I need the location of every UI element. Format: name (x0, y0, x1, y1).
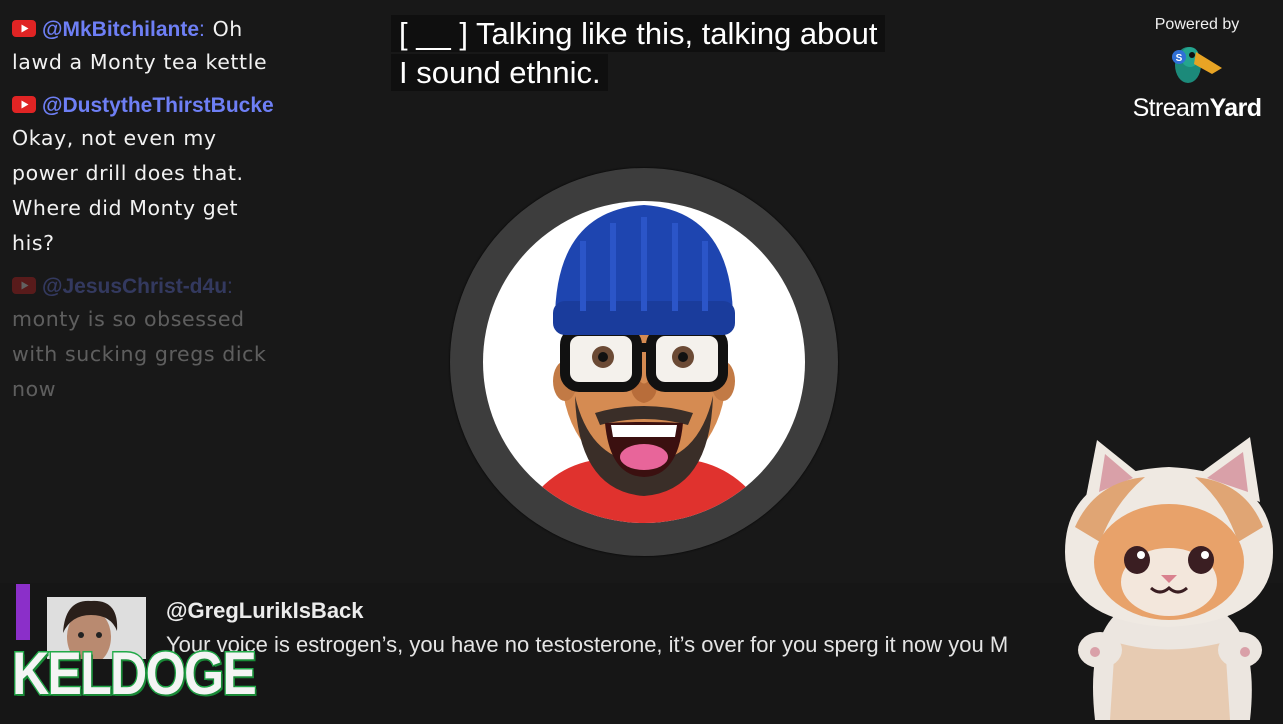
youtube-icon (12, 277, 36, 294)
chat-text: lawd a Monty tea kettle (12, 50, 268, 74)
featured-comment-accent (16, 584, 30, 640)
live-caption: [ __ ] Talking like this, talking about … (391, 14, 885, 92)
powered-by-label: Powered by (1154, 16, 1240, 33)
streamyard-branding: Powered by S StreamYard (1122, 16, 1272, 123)
youtube-icon (12, 96, 36, 113)
keldoge-label: KELDOGE (11, 639, 258, 709)
speaker-avatar (483, 201, 805, 523)
featured-comment-author[interactable]: @GregLurikIsBack (166, 598, 364, 624)
chat-text: Oh (212, 17, 243, 41)
chat-message: @MkBitchilante: Oh lawd a Monty tea kett… (12, 14, 287, 80)
svg-text:S: S (1176, 53, 1183, 64)
featured-comment-text: Your voice is estrogen’s, you have no te… (166, 632, 1009, 657)
streamyard-wordmark: StreamYard (1132, 94, 1262, 122)
chat-text: Okay, not even my power drill does that.… (12, 126, 244, 255)
cartoon-avatar-icon (523, 205, 765, 523)
caption-line-1: [ __ ] Talking like this, talking about (391, 15, 885, 52)
vtuber-cat-model (1055, 432, 1283, 720)
streamyard-logo-icon: S (1172, 47, 1222, 83)
caption-line-2: I sound ethnic. (391, 54, 608, 91)
chat-author[interactable]: @MkBitchilante (42, 18, 199, 41)
live-chat-overlay: @MkBitchilante: Oh lawd a Monty tea kett… (12, 14, 287, 417)
chat-author[interactable]: @JesusChrist-d4u (42, 275, 227, 298)
chat-author[interactable]: @DustytheThirstBucke (42, 94, 274, 117)
youtube-icon (12, 20, 36, 37)
chat-message: @DustytheThirstBucke Okay, not even my p… (12, 90, 287, 261)
chat-text: monty is so obsessed with sucking gregs … (12, 307, 267, 401)
chat-message: @JesusChrist-d4u: monty is so obsessed w… (12, 271, 287, 407)
